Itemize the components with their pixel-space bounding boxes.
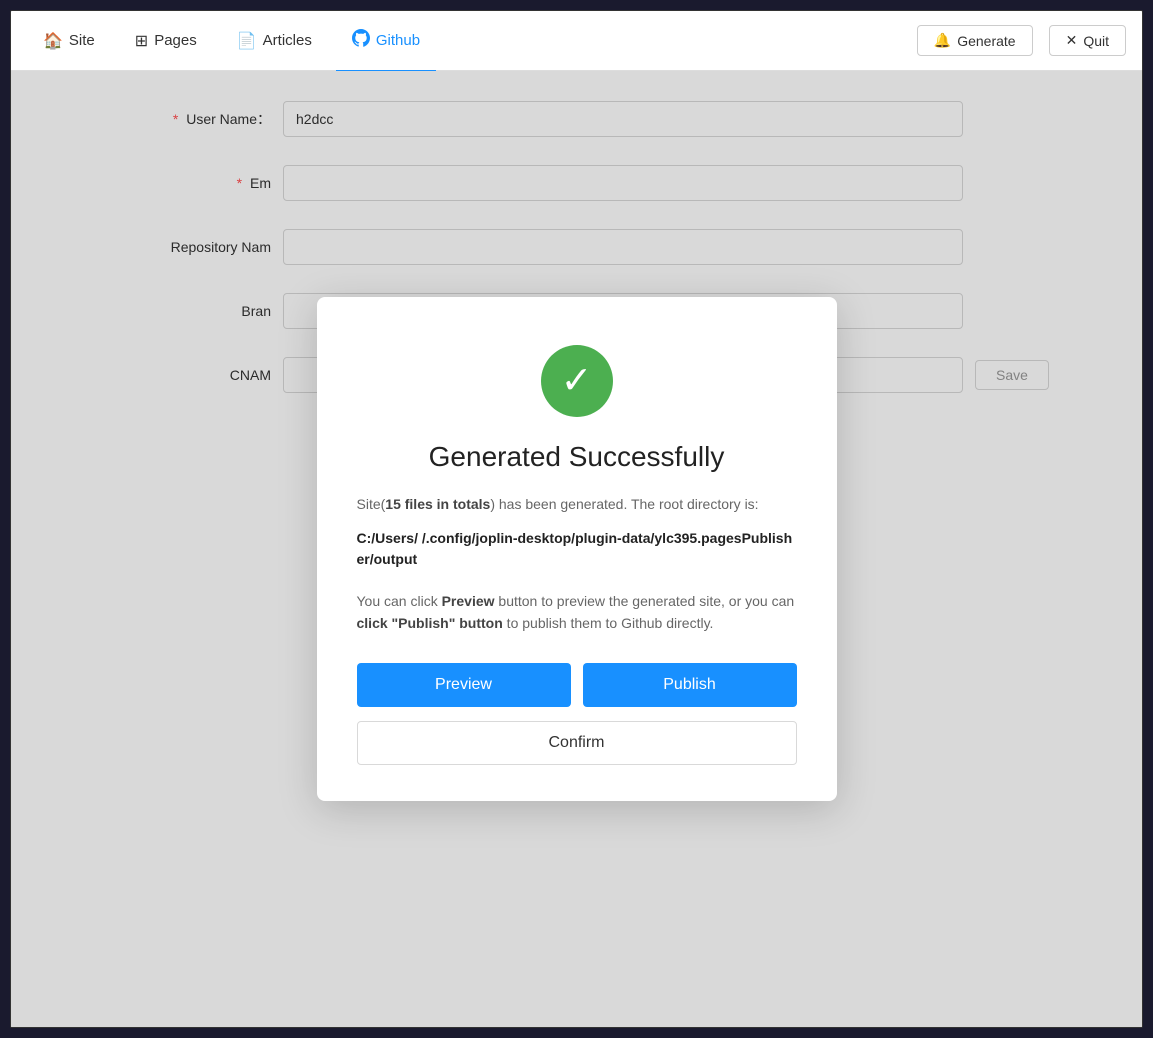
- nav-label-github: Github: [376, 32, 420, 49]
- preview-text-bold: Preview: [442, 593, 495, 609]
- modal-overlay: ✓ Generated Successfully Site(15 files i…: [11, 71, 1142, 1027]
- checkmark-icon: ✓: [561, 362, 593, 400]
- success-dialog: ✓ Generated Successfully Site(15 files i…: [317, 297, 837, 800]
- github-icon: [352, 29, 370, 52]
- nav-item-github[interactable]: Github: [336, 12, 436, 72]
- publish-button[interactable]: Publish: [583, 663, 797, 707]
- nav-label-pages: Pages: [154, 32, 197, 49]
- home-icon: 🏠: [43, 31, 63, 51]
- dialog-description: Site(15 files in totals) has been genera…: [357, 493, 797, 515]
- app-window: 🏠 Site ⊞ Pages 📄 Articles Github 🔔 Gener…: [10, 10, 1143, 1028]
- nav-item-articles[interactable]: 📄 Articles: [221, 12, 328, 72]
- pages-icon: ⊞: [135, 31, 148, 51]
- quit-button[interactable]: ✕ Quit: [1049, 25, 1126, 56]
- dialog-path: C:/Users/ /.config/joplin-desktop/plugin…: [357, 528, 797, 570]
- success-icon-circle: ✓: [541, 345, 613, 417]
- nav-label-site: Site: [69, 32, 95, 49]
- close-icon: ✕: [1066, 32, 1078, 49]
- top-nav: 🏠 Site ⊞ Pages 📄 Articles Github 🔔 Gener…: [11, 11, 1142, 71]
- generate-button[interactable]: 🔔 Generate: [917, 25, 1033, 56]
- confirm-button[interactable]: Confirm: [357, 721, 797, 765]
- publish-text-bold: click "Publish" button: [357, 615, 503, 631]
- nav-item-pages[interactable]: ⊞ Pages: [119, 12, 213, 72]
- nav-item-site[interactable]: 🏠 Site: [27, 12, 111, 72]
- articles-icon: 📄: [237, 31, 257, 51]
- dialog-action-buttons: Preview Publish: [357, 663, 797, 707]
- dialog-title: Generated Successfully: [429, 441, 725, 473]
- preview-button[interactable]: Preview: [357, 663, 571, 707]
- content-area: * User Name： * Em Repository Nam: [11, 71, 1142, 1027]
- bell-icon: 🔔: [934, 32, 951, 49]
- dialog-action-description: You can click Preview button to preview …: [357, 590, 797, 635]
- files-count: 15 files in totals: [385, 496, 490, 512]
- nav-label-articles: Articles: [263, 32, 312, 49]
